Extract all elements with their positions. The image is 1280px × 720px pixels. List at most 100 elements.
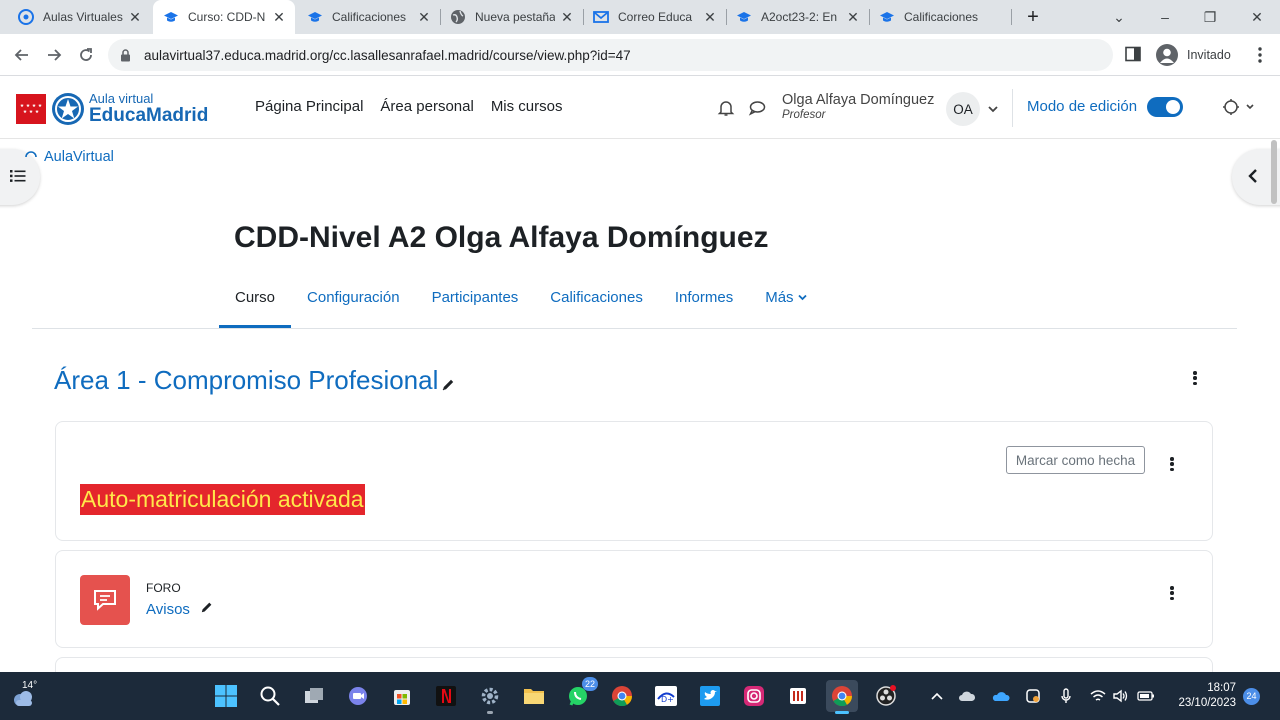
moodle-cap-icon: [163, 9, 179, 25]
mark-as-done-button[interactable]: Marcar como hecha: [1006, 446, 1145, 474]
forum-icon[interactable]: [80, 575, 130, 625]
scrollbar-thumb[interactable]: [1271, 140, 1277, 204]
nav-link-my-courses[interactable]: Mis cursos: [491, 98, 563, 115]
back-arrow-icon[interactable]: [9, 42, 35, 68]
task-view-icon[interactable]: [298, 680, 330, 712]
pencil-edit-icon[interactable]: [440, 369, 456, 400]
close-icon[interactable]: ✕: [271, 9, 287, 25]
search-icon[interactable]: [254, 680, 286, 712]
address-bar[interactable]: aulavirtual37.educa.madrid.org/cc.lasall…: [108, 39, 1113, 71]
guest-avatar-icon: [1156, 44, 1178, 66]
nav-link-home[interactable]: Página Principal: [255, 98, 363, 115]
activity-actions-kebab-icon[interactable]: [1168, 585, 1176, 601]
obs-recording-icon[interactable]: [870, 680, 902, 712]
activity-name[interactable]: Avisos: [146, 601, 190, 618]
course-secondary-navigation: Curso Configuración Participantes Califi…: [219, 280, 823, 328]
tab-more[interactable]: Más: [749, 280, 822, 328]
activity-link[interactable]: Avisos: [146, 600, 214, 619]
restore-icon[interactable]: ❐: [1199, 6, 1221, 28]
close-icon[interactable]: ✕: [702, 9, 718, 25]
tab-label: Participantes: [431, 289, 519, 306]
microsoft-store-icon[interactable]: [386, 680, 418, 712]
browser-tab-3[interactable]: Calificaciones ✕: [297, 0, 440, 34]
browser-menu-icon[interactable]: [1252, 45, 1268, 65]
weather-widget[interactable]: 14°: [10, 680, 40, 712]
accessibility-menu-button[interactable]: [1220, 97, 1256, 117]
url-text: aulavirtual37.educa.madrid.org/cc.lasall…: [144, 47, 631, 63]
bell-icon[interactable]: [717, 99, 735, 117]
onedrive-icon[interactable]: [992, 686, 1010, 706]
close-window-icon[interactable]: ✕: [1246, 6, 1268, 28]
edit-mode-toggle[interactable]: [1147, 97, 1183, 117]
user-info[interactable]: Olga Alfaya Domínguez Profesor: [782, 92, 934, 121]
notification-count-badge[interactable]: 24: [1243, 688, 1260, 705]
pencil-edit-icon[interactable]: [199, 600, 214, 619]
tab-separator: [440, 9, 441, 25]
avatar[interactable]: OA: [946, 92, 980, 126]
educamadrid-logo[interactable]: Aula virtual EducaMadrid: [16, 92, 208, 125]
browser-tab-active[interactable]: Curso: CDD-N ✕: [153, 0, 295, 34]
tab-reports[interactable]: Informes: [659, 280, 749, 328]
tab-label: Configuración: [307, 289, 400, 306]
tab-participants[interactable]: Participantes: [416, 280, 535, 328]
secondary-nav-divider: [32, 328, 1237, 329]
sync-app-icon[interactable]: [1024, 686, 1042, 706]
twitter-icon[interactable]: [694, 680, 726, 712]
browser-tab-7[interactable]: Calificaciones: [869, 0, 1012, 34]
chat-bubble-icon[interactable]: [748, 99, 766, 117]
chevron-up-icon[interactable]: [928, 686, 946, 706]
tab-separator: [1011, 9, 1012, 25]
side-panel-icon[interactable]: [1124, 45, 1146, 65]
chrome-icon[interactable]: [606, 680, 638, 712]
new-tab-button[interactable]: +: [1022, 6, 1044, 28]
battery-icon[interactable]: [1137, 686, 1155, 706]
close-icon[interactable]: ✕: [127, 9, 143, 25]
settings-gear-icon[interactable]: [474, 680, 506, 714]
close-icon[interactable]: ✕: [559, 9, 575, 25]
profile-button[interactable]: Invitado: [1152, 40, 1239, 70]
netflix-icon[interactable]: [430, 680, 462, 712]
primary-navigation: Página Principal Área personal Mis curso…: [255, 98, 563, 115]
instagram-icon[interactable]: [738, 680, 770, 712]
activity-actions-kebab-icon[interactable]: [1168, 456, 1176, 472]
close-icon[interactable]: ✕: [416, 9, 432, 25]
file-explorer-folder-icon[interactable]: [518, 680, 550, 712]
whatsapp-icon[interactable]: 22: [562, 677, 598, 712]
section-title-text[interactable]: Área 1 - Compromiso Profesional: [54, 365, 438, 396]
forward-arrow-icon[interactable]: [41, 42, 67, 68]
tab-title: Nueva pestaña: [475, 10, 555, 24]
tab-search-chevron-icon[interactable]: ⌄: [1108, 6, 1130, 28]
snipping-tool-icon[interactable]: [782, 680, 814, 712]
teams-chat-icon[interactable]: [342, 680, 374, 712]
brand-line-1: Aula virtual: [89, 91, 154, 106]
tab-label: Más: [765, 289, 794, 306]
breadcrumb-aulavirtual[interactable]: AulaVirtual: [44, 149, 114, 165]
tab-course[interactable]: Curso: [219, 280, 292, 328]
breadcrumb[interactable]: AulaVirtual: [24, 149, 114, 165]
disney-plus-icon[interactable]: D+: [650, 680, 682, 712]
page-scrollbar[interactable]: [1270, 140, 1278, 670]
browser-tab-6[interactable]: A2oct23-2: En ✕: [726, 0, 869, 34]
chrome-active-icon[interactable]: [826, 680, 858, 714]
browser-tab-5[interactable]: Correo Educa ✕: [583, 0, 726, 34]
tab-grades[interactable]: Calificaciones: [534, 280, 659, 328]
close-icon[interactable]: ✕: [845, 9, 861, 25]
volume-icon[interactable]: [1111, 686, 1129, 706]
minimize-icon[interactable]: –: [1154, 6, 1176, 28]
cloud-sync-icon[interactable]: [958, 686, 976, 706]
tab-title: A2oct23-2: En: [761, 10, 838, 24]
system-clock[interactable]: 18:07 23/10/2023: [1178, 681, 1236, 711]
reload-icon[interactable]: [73, 42, 99, 68]
section-heading[interactable]: Área 1 - Compromiso Profesional: [54, 361, 456, 400]
wifi-icon[interactable]: [1089, 686, 1107, 706]
tab-settings[interactable]: Configuración: [291, 280, 416, 328]
nav-link-dashboard[interactable]: Área personal: [380, 98, 473, 115]
chevron-down-icon[interactable]: [987, 102, 999, 114]
start-button-windows-icon[interactable]: [210, 680, 242, 712]
tab-separator: [726, 9, 727, 25]
section-actions-kebab-icon[interactable]: [1191, 370, 1199, 386]
browser-tab-1[interactable]: Aulas Virtuales ✕: [8, 0, 151, 34]
browser-tab-4[interactable]: Nueva pestaña ✕: [440, 0, 583, 34]
profile-label: Invitado: [1187, 48, 1231, 62]
microphone-icon[interactable]: [1057, 686, 1075, 706]
